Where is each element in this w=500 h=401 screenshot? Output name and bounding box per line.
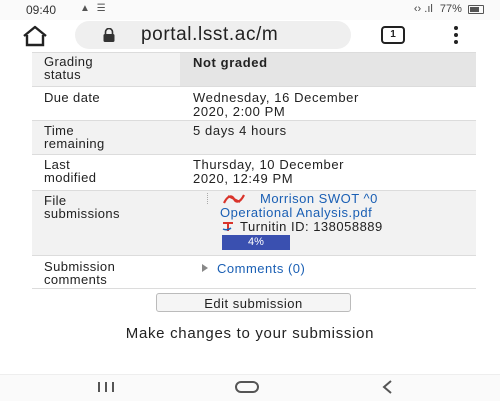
url-text: portal.lsst.ac/m [141, 24, 279, 45]
status-right: ‹› .ıl 77% [414, 3, 484, 15]
row-due-date: Due date Wednesday, 16 December 2020, 2:… [32, 86, 476, 120]
row-submission-comments: Submission comments Comments (0) [32, 255, 476, 289]
more-menu-icon[interactable] [452, 26, 460, 46]
time-remaining-value: 5 days 4 hours [193, 123, 287, 138]
lock-icon: ▲ [80, 3, 90, 14]
url-bar[interactable]: portal.lsst.ac/m [75, 21, 351, 49]
back-icon[interactable] [381, 379, 393, 395]
similarity-score-badge[interactable]: 4% [222, 235, 290, 250]
edit-helper-text: Make changes to your submission [125, 325, 375, 342]
turnitin-id: Turnitin ID: 138058889 [222, 220, 383, 233]
home-nav-icon[interactable] [235, 381, 259, 393]
signal-icon: ‹› .ıl [413, 3, 433, 15]
battery-icon [468, 4, 484, 14]
notification-icons: ▲ ☰ [80, 3, 106, 14]
row-label: Time remaining [44, 123, 105, 151]
battery-percent: 77% [439, 3, 462, 15]
comments-toggle[interactable]: Comments (0) [202, 261, 305, 276]
browser-toolbar: portal.lsst.ac/m 1 [0, 20, 500, 52]
row-label: Grading status [44, 54, 94, 82]
comments-link[interactable]: Comments (0) [217, 261, 305, 276]
row-grading-status: Grading status Not graded [32, 52, 476, 86]
row-last-modified: Last modified Thursday, 10 December 2020… [32, 154, 476, 190]
row-label: Submission comments [44, 259, 116, 287]
tree-connector [207, 193, 209, 204]
submitted-file-link[interactable]: Morrison SWOT ^0 Operational Analysis.pd… [220, 192, 378, 220]
navigation-bar [0, 374, 500, 401]
last-modified-value: Thursday, 10 December 2020, 12:49 PM [193, 157, 345, 186]
grading-status-value: Not graded [193, 55, 268, 70]
recent-apps-icon[interactable] [97, 381, 115, 393]
message-icon: ☰ [96, 3, 106, 14]
home-icon[interactable] [22, 25, 48, 47]
lock-icon [103, 28, 115, 42]
row-time-remaining: Time remaining 5 days 4 hours [32, 120, 476, 154]
status-bar: 09:40 ▲ ☰ ‹› .ıl 77% [0, 0, 500, 20]
turnitin-icon [222, 222, 233, 231]
row-file-submissions: File submissions Morrison SWOT ^0 Operat… [32, 190, 476, 255]
clock: 09:40 [26, 3, 57, 17]
submission-status-table: Grading status Not graded Due date Wedne… [32, 52, 476, 289]
edit-submission-button[interactable]: Edit submission [156, 293, 351, 312]
tabs-button[interactable]: 1 [381, 26, 405, 44]
row-label: Due date [44, 90, 100, 105]
expand-arrow-icon [202, 264, 208, 272]
due-date-value: Wednesday, 16 December 2020, 2:00 PM [193, 90, 359, 119]
row-label: File submissions [44, 193, 120, 221]
row-label: Last modified [44, 157, 97, 185]
